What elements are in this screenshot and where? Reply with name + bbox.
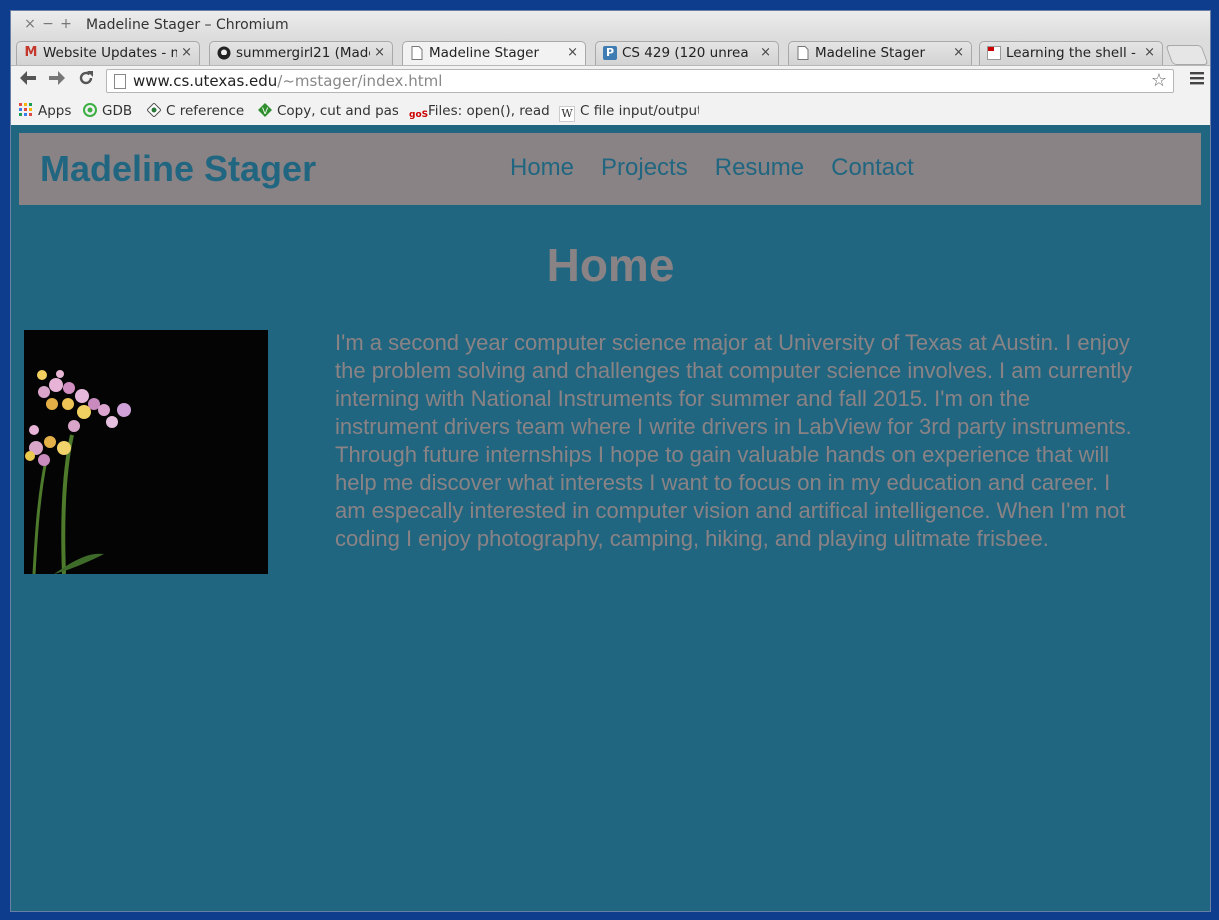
tab-strip: M Website Updates - m × summergirl21 (Ma… [11, 39, 1210, 65]
url-path: /~mstager/index.html [277, 72, 443, 90]
page-icon [114, 74, 126, 89]
nav-link-contact[interactable]: Contact [831, 154, 914, 181]
url-host: www.cs.utexas.edu [133, 72, 278, 90]
bookmark-copy-cut-paste[interactable]: V Copy, cut and pas [258, 103, 398, 119]
browser-window: × − + Madeline Stager – Chromium M Website… [10, 10, 1211, 912]
nav-link-projects[interactable]: Projects [601, 154, 688, 181]
menu-hamburger-icon[interactable] [1190, 70, 1204, 90]
bookmark-gdb[interactable]: GDB [83, 103, 132, 119]
tab-github[interactable]: summergirl21 (Made × [209, 41, 393, 65]
tab-close-icon[interactable]: × [567, 42, 578, 64]
github-icon [217, 46, 231, 60]
bookmark-label: Copy, cut and pas [277, 103, 398, 119]
bookmark-apps[interactable]: Apps [19, 103, 71, 119]
tab-close-icon[interactable]: × [374, 42, 385, 64]
bookmark-c-reference[interactable]: C reference [147, 103, 244, 119]
tab-learning-shell[interactable]: Learning the shell - L × [979, 41, 1163, 65]
nav-link-resume[interactable]: Resume [715, 154, 804, 181]
piazza-icon: P [603, 46, 617, 60]
bookmark-label: Apps [38, 103, 72, 119]
tab-label: Madeline Stager [815, 45, 926, 61]
apps-grid-icon [19, 103, 33, 117]
tab-gmail[interactable]: M Website Updates - m × [16, 41, 200, 65]
tab-label: CS 429 (120 unrea [622, 45, 749, 61]
linuxcommand-icon [987, 46, 1001, 60]
bookmarks-bar: Apps GDB C reference V Copy, cut and pas… [11, 97, 1210, 126]
site-nav: Home Projects Resume Contact [510, 154, 941, 182]
tab-close-icon[interactable]: × [953, 42, 964, 64]
tab-label: summergirl21 (Made [236, 45, 370, 61]
reload-icon[interactable] [75, 70, 97, 92]
svg-text:V: V [262, 107, 269, 117]
bookmark-label: Files: open(), read [428, 103, 549, 119]
bio-paragraph: I'm a second year computer science major… [335, 330, 1133, 551]
wikipedia-icon: W [559, 106, 575, 122]
close-window-icon[interactable]: × [21, 16, 39, 32]
bookmark-label: GDB [102, 103, 133, 119]
tab-madeline-stager-active[interactable]: Madeline Stager × [402, 41, 586, 65]
nav-link-home[interactable]: Home [510, 154, 574, 181]
tab-piazza[interactable]: P CS 429 (120 unrea × [595, 41, 779, 65]
bookmark-label: C file input/output [580, 103, 699, 119]
tab-madeline-stager[interactable]: Madeline Stager × [788, 41, 972, 65]
bookmark-label: C reference [166, 103, 245, 119]
new-tab-button[interactable] [1165, 45, 1209, 65]
profile-photo-flowers [24, 330, 268, 574]
bookmark-c-file-io[interactable]: W C file input/output [559, 103, 699, 122]
tab-close-icon[interactable]: × [181, 42, 192, 64]
tab-close-icon[interactable]: × [1144, 42, 1155, 64]
forward-arrow-icon[interactable] [46, 70, 68, 92]
bookmark-star-icon[interactable]: ☆ [1151, 70, 1167, 91]
gmail-icon: M [24, 45, 38, 60]
page-icon [410, 46, 424, 60]
tab-label: Learning the shell - L [1006, 45, 1140, 61]
page-heading: Home [546, 239, 675, 291]
vim-icon: V [258, 103, 272, 117]
gos-icon: goS [409, 110, 429, 120]
back-arrow-icon[interactable] [17, 70, 39, 92]
c-reference-icon [147, 103, 162, 118]
site-title: Madeline Stager [40, 148, 317, 189]
window-controls: × − + [21, 16, 75, 32]
navigation-toolbar: www.cs.utexas.edu/~mstager/index.html ☆ [11, 65, 1210, 97]
address-bar[interactable]: www.cs.utexas.edu/~mstager/index.html ☆ [106, 69, 1174, 93]
window-title: Madeline Stager – Chromium [86, 17, 289, 33]
title-bar: × − + Madeline Stager – Chromium [11, 11, 1210, 39]
site-header: Madeline Stager Home Projects Resume Contac… [19, 133, 1201, 205]
page-viewport: Madeline Stager Home Projects Resume Contac… [11, 125, 1210, 911]
minimize-window-icon[interactable]: − [39, 16, 57, 32]
tab-close-icon[interactable]: × [760, 42, 771, 64]
url-text[interactable]: www.cs.utexas.edu/~mstager/index.html [133, 72, 442, 90]
gdb-icon [83, 103, 97, 117]
maximize-window-icon[interactable]: + [57, 16, 75, 32]
page-icon [796, 46, 810, 60]
tab-label: Madeline Stager [429, 45, 540, 61]
tab-label: Website Updates - m [43, 45, 177, 61]
bookmark-files-open-read[interactable]: goSFiles: open(), read [409, 103, 549, 122]
